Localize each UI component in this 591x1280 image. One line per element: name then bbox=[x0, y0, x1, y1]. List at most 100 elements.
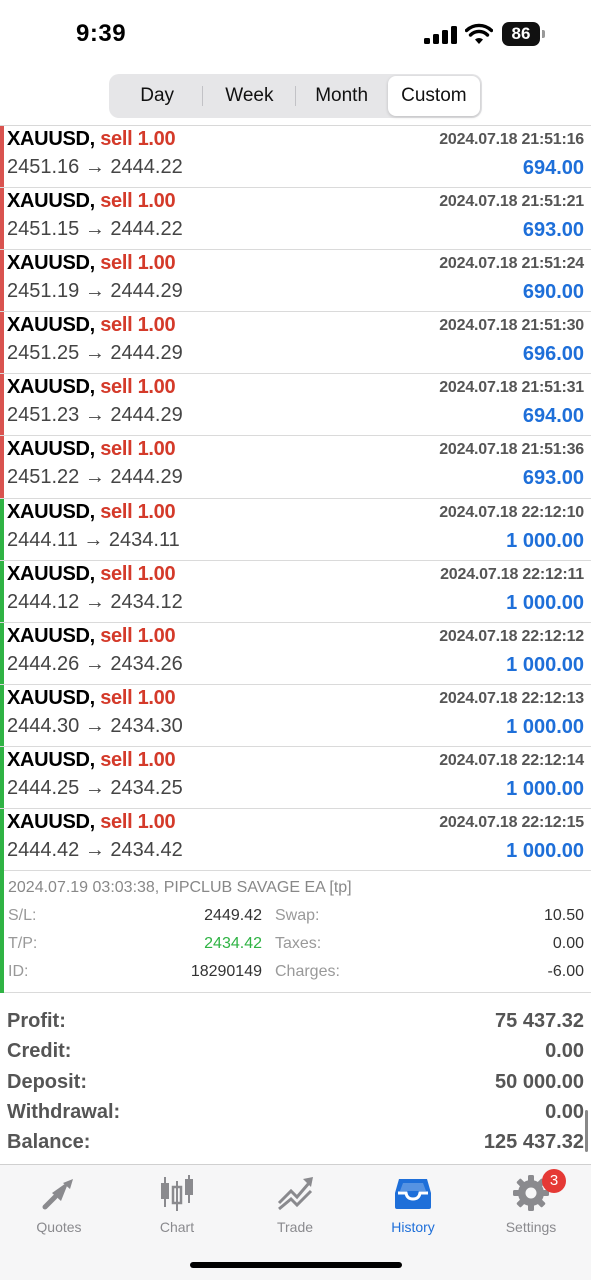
deal-symbol-name: XAUUSD, bbox=[7, 128, 95, 150]
deal-side: sell 1.00 bbox=[100, 748, 176, 771]
battery-level: 86 bbox=[502, 22, 540, 46]
tabbar-label: Quotes bbox=[36, 1219, 82, 1235]
deal-time: 2024.07.18 21:51:30 bbox=[439, 317, 584, 335]
cellular-signal-icon bbox=[424, 26, 457, 44]
battery-icon: 86 bbox=[502, 22, 546, 46]
deal-side: sell 1.00 bbox=[100, 252, 176, 275]
taxes-label: Taxes: bbox=[275, 935, 322, 953]
deal-symbol-name: XAUUSD, bbox=[7, 748, 95, 771]
tabbar-settings[interactable]: 3 Settings bbox=[472, 1169, 590, 1235]
summary-panel: Profit: 75 437.32 Credit: 0.00 Deposit: … bbox=[0, 1006, 591, 1157]
deal-row[interactable]: XAUUSD, sell 1.00 2451.25 → 2444.29 2024.0… bbox=[0, 312, 591, 375]
deal-profit: 1 000.00 bbox=[506, 529, 584, 552]
status-time: 9:39 bbox=[76, 20, 127, 47]
deal-row[interactable]: XAUUSD, sell 1.00 2444.42 → 2434.42 2024.0… bbox=[0, 809, 591, 872]
period-segmented-control: Day Week Month Custom bbox=[109, 74, 482, 118]
deal-result-bar bbox=[0, 498, 4, 560]
deal-profit: 1 000.00 bbox=[506, 840, 584, 863]
deal-result-bar bbox=[0, 312, 4, 374]
deal-prices: 2451.19 → 2444.29 bbox=[7, 280, 183, 303]
deal-symbol-name: XAUUSD, bbox=[7, 314, 95, 337]
deal-row[interactable]: XAUUSD, sell 1.00 2451.15 → 2444.22 2024.0… bbox=[0, 188, 591, 251]
deal-profit: 693.00 bbox=[522, 467, 584, 490]
tab-custom[interactable]: Custom bbox=[387, 76, 480, 116]
deal-symbol-name: XAUUSD, bbox=[7, 562, 95, 585]
deal-prices: 2444.42 → 2434.42 bbox=[7, 839, 183, 862]
summary-value: 75 437.32 bbox=[495, 1010, 584, 1032]
deal-symbol: XAUUSD, sell 1.00 bbox=[7, 748, 176, 772]
deal-profit: 1 000.00 bbox=[506, 653, 584, 676]
deal-prices: 2444.25 → 2434.25 bbox=[7, 776, 183, 799]
deal-row[interactable]: XAUUSD, sell 1.00 2451.16 → 2444.22 2024.0… bbox=[0, 126, 591, 189]
deal-prices: 2451.16 → 2444.22 bbox=[7, 156, 183, 178]
notification-badge: 3 bbox=[542, 1169, 566, 1193]
deal-prices: 2444.26 → 2434.26 bbox=[7, 652, 183, 675]
deal-result-bar bbox=[0, 809, 4, 994]
deal-row[interactable]: XAUUSD, sell 1.00 2444.25 → 2434.25 2024.0… bbox=[0, 746, 591, 810]
summary-label: Profit: bbox=[7, 1010, 66, 1032]
tabbar-label: Chart bbox=[159, 1219, 195, 1235]
deal-row[interactable]: XAUUSD, sell 1.00 2444.11 → 2434.11 2024.0… bbox=[0, 498, 591, 561]
deal-comment: 2024.07.19 03:03:38, PIPCLUB SAVAGE EA [… bbox=[8, 879, 352, 897]
deal-result-bar bbox=[0, 684, 4, 746]
history-icon bbox=[395, 1179, 431, 1209]
tab-month[interactable]: Month bbox=[296, 76, 388, 116]
deal-side: sell 1.00 bbox=[100, 686, 176, 709]
deal-row[interactable]: XAUUSD, sell 1.00 2444.30 → 2434.30 2024.0… bbox=[0, 684, 591, 747]
tp-value: 2434.42 bbox=[204, 935, 262, 953]
summary-label: Withdrawal: bbox=[7, 1100, 121, 1123]
swap-value: 10.50 bbox=[543, 907, 584, 925]
deal-side: sell 1.00 bbox=[100, 500, 176, 523]
deal-row[interactable]: XAUUSD, sell 1.00 2451.19 → 2444.29 2024.0… bbox=[0, 250, 591, 313]
deal-row[interactable]: XAUUSD, sell 1.00 2451.22 → 2444.29 2024.0… bbox=[0, 436, 591, 499]
tabbar-label: History bbox=[391, 1219, 435, 1235]
deal-time: 2024.07.18 22:12:14 bbox=[439, 751, 584, 769]
chart-icon bbox=[161, 1175, 193, 1211]
deal-time: 2024.07.18 22:12:11 bbox=[440, 565, 584, 583]
deal-symbol: XAUUSD, sell 1.00 bbox=[7, 500, 176, 524]
deal-profit: 690.00 bbox=[522, 281, 584, 304]
deal-result-bar bbox=[0, 374, 4, 436]
deal-symbol: XAUUSD, sell 1.00 bbox=[7, 438, 176, 461]
tab-week[interactable]: Week bbox=[203, 76, 296, 116]
deal-time: 2024.07.18 22:12:10 bbox=[439, 503, 584, 521]
deal-symbol: XAUUSD, sell 1.00 bbox=[7, 811, 176, 834]
tabbar-quotes[interactable]: Quotes bbox=[0, 1173, 118, 1235]
deal-side: sell 1.00 bbox=[100, 314, 176, 337]
deal-result-bar bbox=[0, 126, 4, 188]
deal-row[interactable]: XAUUSD, sell 1.00 2451.23 → 2444.29 2024.0… bbox=[0, 374, 591, 437]
scrollbar[interactable] bbox=[585, 1110, 588, 1152]
tabbar-chart[interactable]: Chart bbox=[118, 1173, 236, 1235]
deal-symbol: XAUUSD, sell 1.00 bbox=[7, 128, 176, 151]
charges-value: -6.00 bbox=[547, 963, 584, 981]
deal-prices: 2444.30 → 2434.30 bbox=[7, 714, 183, 737]
sl-label: S/L: bbox=[8, 907, 37, 925]
deal-row[interactable]: XAUUSD, sell 1.00 2444.12 → 2434.12 2024.0… bbox=[0, 560, 591, 623]
deal-symbol: XAUUSD, sell 1.00 bbox=[7, 190, 176, 213]
tab-day[interactable]: Day bbox=[111, 76, 204, 116]
deal-time: 2024.07.18 21:51:16 bbox=[439, 131, 584, 148]
taxes-value: 0.00 bbox=[552, 935, 584, 953]
summary-label: Credit: bbox=[7, 1040, 72, 1063]
tabbar-history[interactable]: History bbox=[354, 1173, 472, 1235]
deal-side: sell 1.00 bbox=[100, 811, 176, 834]
deal-side: sell 1.00 bbox=[100, 190, 176, 213]
deal-prices: 2451.15 → 2444.22 bbox=[7, 218, 183, 241]
tabbar-trade[interactable]: Trade bbox=[236, 1173, 354, 1235]
deal-prices: 2444.12 → 2434.12 bbox=[7, 590, 183, 613]
deal-symbol: XAUUSD, sell 1.00 bbox=[7, 624, 176, 648]
deal-result-bar bbox=[0, 622, 4, 684]
deal-result-bar bbox=[0, 250, 4, 312]
summary-row-balance: Balance: 125 437.32 bbox=[0, 1127, 591, 1157]
deal-symbol-name: XAUUSD, bbox=[7, 624, 95, 647]
deal-row[interactable]: XAUUSD, sell 1.00 2444.26 → 2434.26 2024.0… bbox=[0, 622, 591, 685]
summary-row-profit: Profit: 75 437.32 bbox=[0, 1006, 591, 1036]
tabbar-label: Settings bbox=[505, 1219, 557, 1235]
trade-icon bbox=[277, 1177, 313, 1211]
deal-symbol-name: XAUUSD, bbox=[7, 252, 95, 275]
deal-prices: 2451.22 → 2444.29 bbox=[7, 466, 183, 489]
wifi-icon bbox=[465, 23, 493, 44]
deal-profit: 1 000.00 bbox=[506, 591, 584, 614]
summary-label: Balance: bbox=[7, 1131, 91, 1154]
deal-side: sell 1.00 bbox=[100, 128, 176, 150]
